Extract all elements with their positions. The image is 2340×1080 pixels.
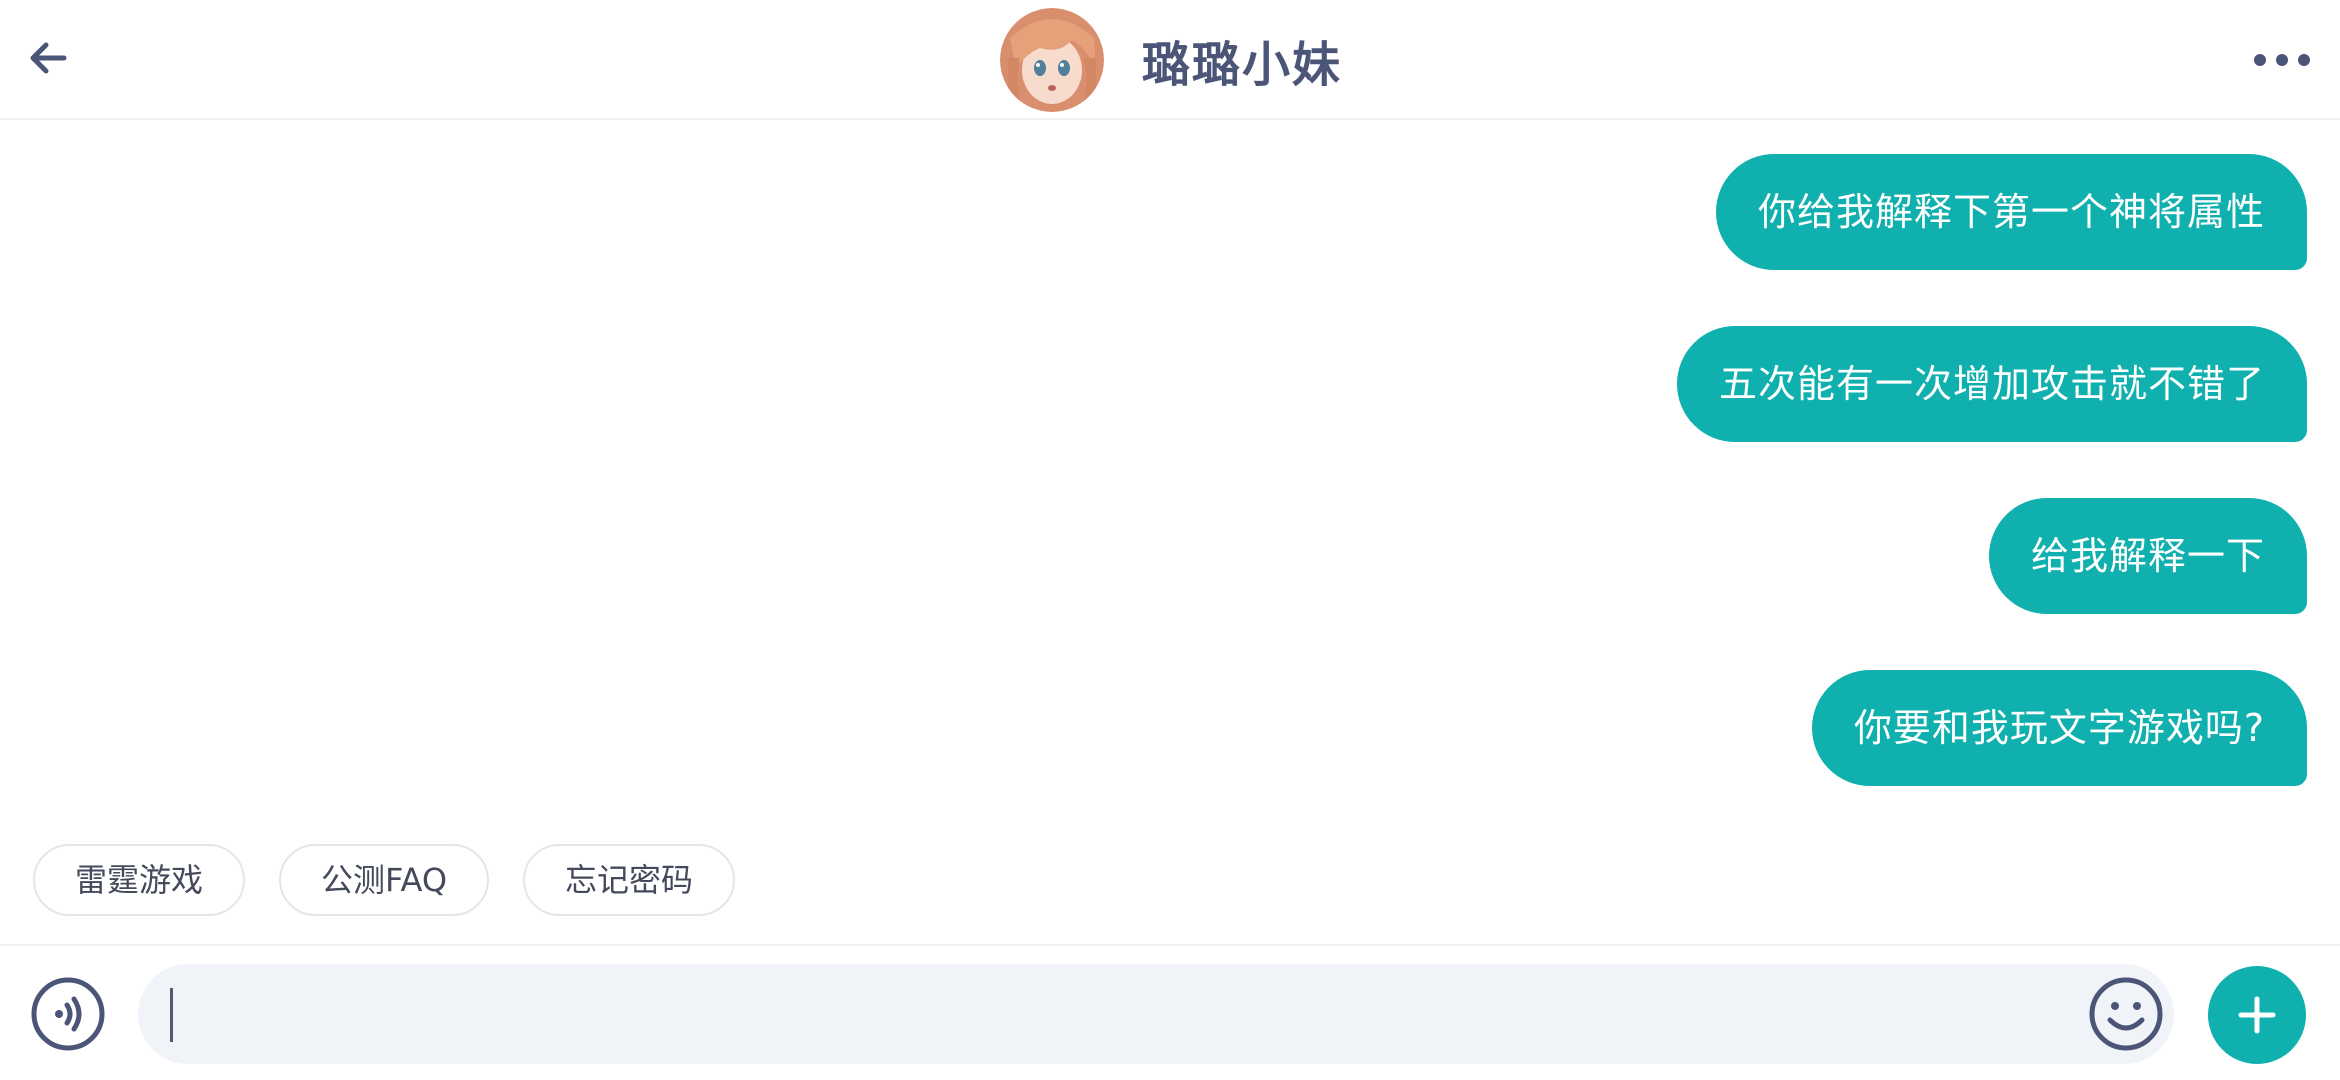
message-bubble[interactable]: 五次能有一次增加攻击就不错了	[1676, 326, 2307, 442]
more-horizontal-icon	[2254, 54, 2310, 66]
chat-header: 璐璐小妹	[0, 0, 2340, 120]
add-attachment-button[interactable]	[2208, 966, 2306, 1064]
plus-icon	[2238, 996, 2276, 1034]
quick-reply-bar: 雷霆游戏 公测FAQ 忘记密码	[33, 844, 736, 916]
arrow-left-icon	[30, 42, 67, 74]
message-input[interactable]	[182, 964, 2066, 1066]
chat-title-group: 璐璐小妹	[1000, 8, 1342, 112]
avatar[interactable]	[1000, 8, 1104, 112]
message-input-field[interactable]	[138, 964, 2174, 1066]
smiley-icon	[2089, 977, 2163, 1051]
emoji-button[interactable]	[2088, 976, 2164, 1052]
voice-icon	[31, 977, 105, 1051]
message-bubble[interactable]: 你给我解释下第一个神将属性	[1715, 154, 2307, 270]
quick-reply-chip[interactable]: 公测FAQ	[279, 844, 490, 916]
message-list: 你给我解释下第一个神将属性 五次能有一次增加攻击就不错了 给我解释一下 你要和我…	[0, 120, 2340, 820]
input-bar	[0, 944, 2340, 1080]
back-button[interactable]	[18, 28, 78, 88]
chat-screen: 璐璐小妹 你给我解释下第一个神将属性 五次能有一次增加攻击就不错了 给我解释一下…	[0, 0, 2340, 1080]
more-button[interactable]	[2250, 40, 2314, 80]
quick-reply-chip[interactable]: 忘记密码	[523, 844, 736, 916]
chat-title: 璐璐小妹	[1142, 37, 1343, 93]
text-caret	[170, 988, 173, 1042]
quick-reply-chip[interactable]: 雷霆游戏	[33, 844, 246, 916]
voice-button[interactable]	[30, 976, 106, 1052]
message-bubble[interactable]: 给我解释一下	[1988, 498, 2307, 614]
message-bubble[interactable]: 你要和我玩文字游戏吗?	[1811, 670, 2307, 786]
